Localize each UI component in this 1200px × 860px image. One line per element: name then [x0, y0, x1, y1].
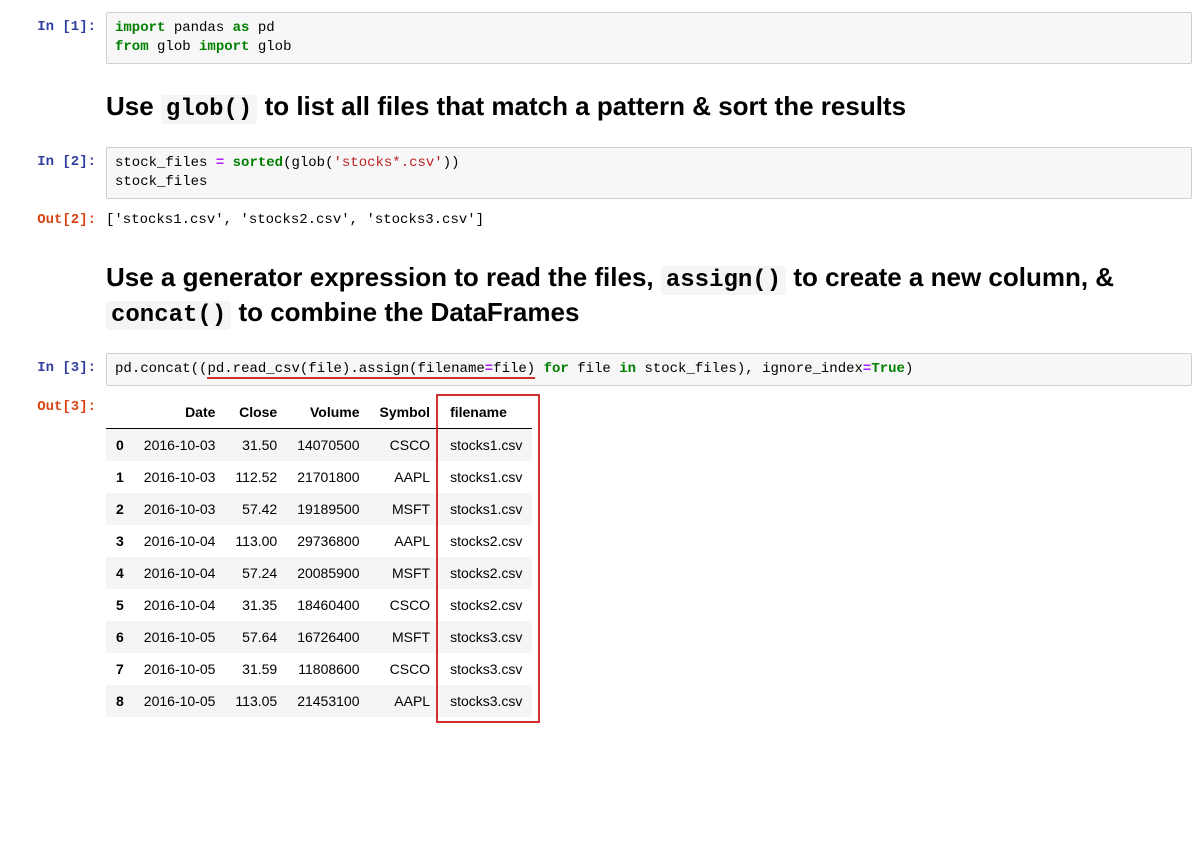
markdown-heading-2: Use a generator expression to read the f… [106, 261, 1192, 331]
cell: stocks3.csv [440, 621, 532, 653]
cell: 31.35 [225, 589, 287, 621]
output-cell-3: Out[3]: DateCloseVolumeSymbolfilename020… [8, 392, 1192, 720]
cell: 57.42 [225, 493, 287, 525]
cell: stocks1.csv [440, 461, 532, 493]
code-cell-3: In [3]: pd.concat((pd.read_csv(file).ass… [8, 353, 1192, 386]
table-row: 62016-10-0557.6416726400MSFTstocks3.csv [106, 621, 532, 653]
cell: CSCO [370, 653, 441, 685]
column-header: Date [134, 396, 226, 429]
cell: stocks2.csv [440, 589, 532, 621]
out-prompt-2: Out[2]: [8, 205, 106, 230]
row-index: 1 [106, 461, 134, 493]
cell: 2016-10-05 [134, 653, 226, 685]
cell: AAPL [370, 461, 441, 493]
table-row: 42016-10-0457.2420085900MSFTstocks2.csv [106, 557, 532, 589]
markdown-heading-1: Use glob() to list all files that match … [106, 90, 1192, 125]
cell: 21701800 [287, 461, 369, 493]
cell: stocks1.csv [440, 493, 532, 525]
cell: 2016-10-04 [134, 525, 226, 557]
cell: CSCO [370, 589, 441, 621]
output-cell-2: Out[2]: ['stocks1.csv', 'stocks2.csv', '… [8, 205, 1192, 236]
cell: 14070500 [287, 429, 369, 462]
row-index: 7 [106, 653, 134, 685]
cell: MSFT [370, 493, 441, 525]
column-header: Close [225, 396, 287, 429]
row-index: 2 [106, 493, 134, 525]
cell: 57.64 [225, 621, 287, 653]
cell: 112.52 [225, 461, 287, 493]
cell: AAPL [370, 525, 441, 557]
table-row: 72016-10-0531.5911808600CSCOstocks3.csv [106, 653, 532, 685]
column-header: Volume [287, 396, 369, 429]
cell: 57.24 [225, 557, 287, 589]
out-prompt-3: Out[3]: [8, 392, 106, 417]
table-row: 32016-10-04113.0029736800AAPLstocks2.csv [106, 525, 532, 557]
output-text-2: ['stocks1.csv', 'stocks2.csv', 'stocks3.… [106, 205, 1192, 236]
cell: 2016-10-03 [134, 429, 226, 462]
markdown-cell-1: Use glob() to list all files that match … [8, 70, 1192, 141]
cell: 31.50 [225, 429, 287, 462]
cell: MSFT [370, 557, 441, 589]
row-index: 0 [106, 429, 134, 462]
cell: 21453100 [287, 685, 369, 717]
cell: 2016-10-05 [134, 621, 226, 653]
row-index: 3 [106, 525, 134, 557]
column-header: filename [440, 396, 532, 429]
in-prompt-1: In [1]: [8, 12, 106, 37]
cell: 20085900 [287, 557, 369, 589]
dataframe-table: DateCloseVolumeSymbolfilename02016-10-03… [106, 396, 532, 717]
cell: 113.05 [225, 685, 287, 717]
code-area-1[interactable]: import pandas as pd from glob import glo… [106, 12, 1192, 64]
cell: stocks3.csv [440, 685, 532, 717]
table-row: 52016-10-0431.3518460400CSCOstocks2.csv [106, 589, 532, 621]
cell: 29736800 [287, 525, 369, 557]
code-area-3[interactable]: pd.concat((pd.read_csv(file).assign(file… [106, 353, 1192, 386]
cell: 18460400 [287, 589, 369, 621]
table-row: 02016-10-0331.5014070500CSCOstocks1.csv [106, 429, 532, 462]
cell: 2016-10-03 [134, 493, 226, 525]
cell: 2016-10-04 [134, 589, 226, 621]
row-index: 8 [106, 685, 134, 717]
cell: stocks2.csv [440, 557, 532, 589]
cell: 113.00 [225, 525, 287, 557]
code-cell-2: In [2]: stock_files = sorted(glob('stock… [8, 147, 1192, 199]
cell: 2016-10-03 [134, 461, 226, 493]
cell: 31.59 [225, 653, 287, 685]
row-index: 5 [106, 589, 134, 621]
code-cell-1: In [1]: import pandas as pd from glob im… [8, 12, 1192, 64]
markdown-cell-2: Use a generator expression to read the f… [8, 241, 1192, 347]
dataframe-wrap: DateCloseVolumeSymbolfilename02016-10-03… [106, 392, 532, 717]
cell: 19189500 [287, 493, 369, 525]
table-row: 12016-10-03112.5221701800AAPLstocks1.csv [106, 461, 532, 493]
cell: 2016-10-04 [134, 557, 226, 589]
cell: MSFT [370, 621, 441, 653]
cell: 11808600 [287, 653, 369, 685]
cell: CSCO [370, 429, 441, 462]
cell: AAPL [370, 685, 441, 717]
row-index: 6 [106, 621, 134, 653]
cell: stocks1.csv [440, 429, 532, 462]
cell: 2016-10-05 [134, 685, 226, 717]
column-header: Symbol [370, 396, 441, 429]
table-row: 22016-10-0357.4219189500MSFTstocks1.csv [106, 493, 532, 525]
code-area-2[interactable]: stock_files = sorted(glob('stocks*.csv')… [106, 147, 1192, 199]
cell: 16726400 [287, 621, 369, 653]
cell: stocks3.csv [440, 653, 532, 685]
in-prompt-2: In [2]: [8, 147, 106, 172]
cell: stocks2.csv [440, 525, 532, 557]
row-index: 4 [106, 557, 134, 589]
in-prompt-3: In [3]: [8, 353, 106, 378]
table-row: 82016-10-05113.0521453100AAPLstocks3.csv [106, 685, 532, 717]
